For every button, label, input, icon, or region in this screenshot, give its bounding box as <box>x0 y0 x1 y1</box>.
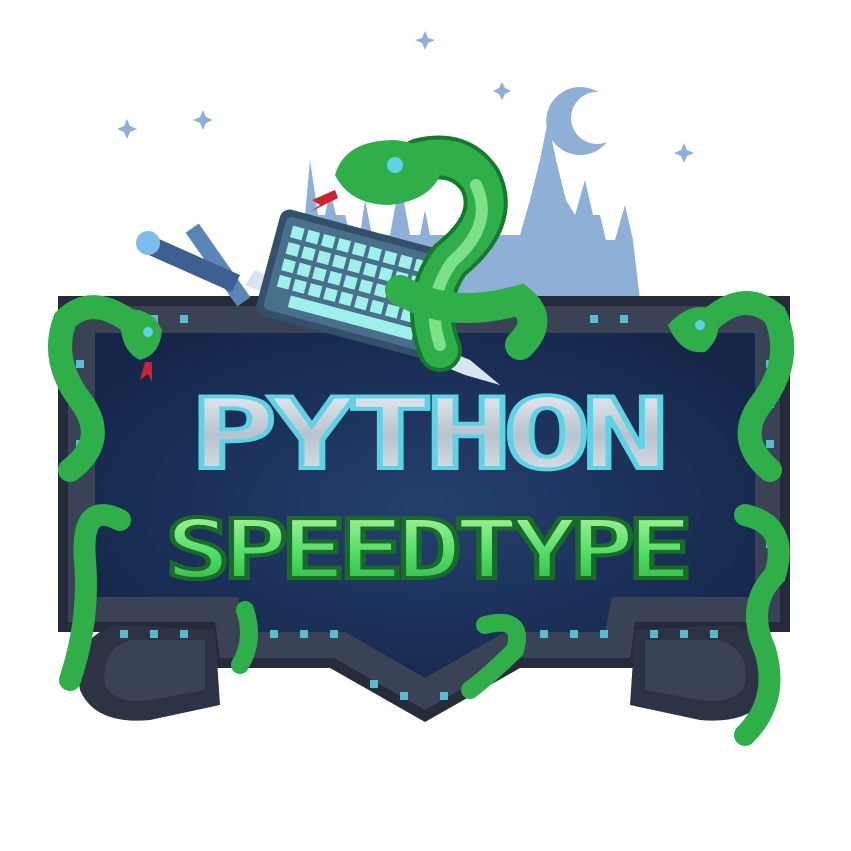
sparkle-star-icon <box>493 82 511 100</box>
sparkle-star-icon <box>193 110 213 130</box>
logo-art: PYTHON SPEEDTYPE <box>48 31 795 746</box>
title-speedtype: SPEEDTYPE <box>165 503 686 598</box>
crescent-moon-icon <box>546 87 607 156</box>
sparkle-star-icon <box>674 143 694 163</box>
sparkle-star-icon <box>415 31 435 50</box>
title-python: PYTHON <box>190 378 661 492</box>
title-line2: SPEEDTYPE <box>163 501 694 600</box>
title-line1: PYTHON <box>188 376 669 494</box>
sparkle-star-icon <box>117 119 137 139</box>
logo-stage: PYTHON SPEEDTYPE <box>0 0 851 851</box>
